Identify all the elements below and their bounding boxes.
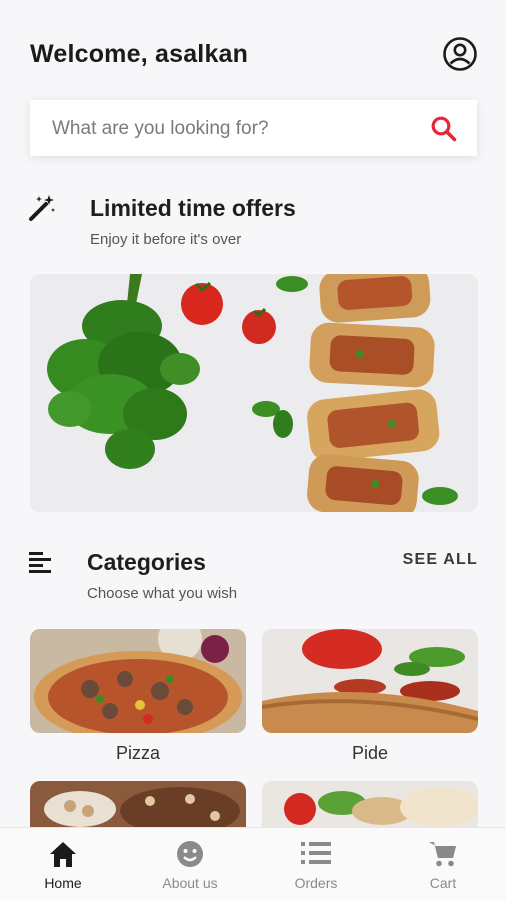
search-icon[interactable]	[430, 115, 457, 142]
home-icon	[50, 842, 76, 867]
cart-icon	[429, 842, 456, 867]
categories-title: Categories	[87, 549, 206, 575]
nav-item-orders[interactable]: Orders	[253, 828, 379, 900]
menu-lines-icon	[29, 551, 53, 578]
nav-label-about-us: About us	[162, 875, 218, 891]
category-label-pizza: Pizza	[115, 743, 160, 763]
category-label-pide: Pide	[351, 743, 389, 763]
nav-item-cart[interactable]: Cart	[380, 828, 506, 900]
list-icon	[301, 842, 331, 864]
profile-icon[interactable]	[442, 36, 478, 72]
nav-label-orders: Orders	[294, 875, 338, 891]
offers-title: Limited time offers	[90, 195, 296, 221]
see-all-button[interactable]: SEE ALL	[403, 551, 478, 569]
smiley-icon	[177, 841, 203, 867]
category-card-pizza[interactable]	[30, 629, 246, 733]
welcome-title: Welcome, asalkan	[30, 40, 249, 68]
header: Welcome, asalkan	[30, 36, 478, 76]
categories-subtitle: Choose what you wish	[87, 585, 238, 602]
search-bar	[30, 100, 477, 158]
offer-banner[interactable]	[30, 274, 478, 512]
nav-label-home: Home	[44, 875, 82, 891]
magic-wand-icon	[28, 194, 56, 227]
offers-subtitle: Enjoy it before it's over	[90, 231, 242, 248]
bottom-navigation: Home About us Orders Cart	[0, 827, 506, 900]
search-input[interactable]	[50, 100, 424, 158]
nav-item-about-us[interactable]: About us	[127, 828, 253, 900]
nav-item-home[interactable]: Home	[0, 828, 126, 900]
category-card-pide[interactable]	[262, 629, 478, 733]
nav-label-cart: Cart	[429, 875, 457, 891]
